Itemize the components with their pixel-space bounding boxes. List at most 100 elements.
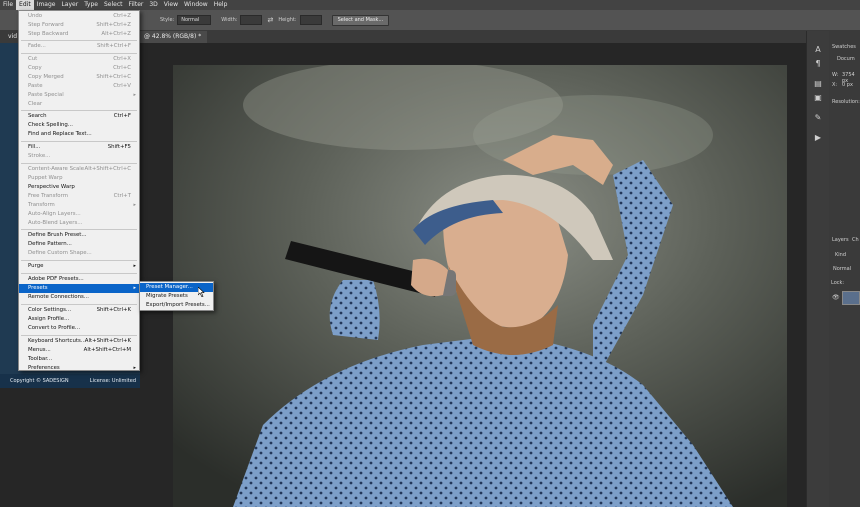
- fill-menu-item[interactable]: Fill... Shift+F5: [19, 143, 139, 152]
- copyright-text: Copyright © SADESIGN: [10, 378, 69, 384]
- width-input[interactable]: [240, 15, 263, 25]
- assign-profile-menu-item[interactable]: Assign Profile...: [19, 315, 139, 324]
- copy-merged-menu-item[interactable]: Copy Merged Shift+Ctrl+C: [19, 73, 139, 82]
- menu-item-label: Auto-Blend Layers...: [28, 220, 83, 226]
- menu-item-shortcut: Alt+Shift+Ctrl+K: [84, 338, 131, 344]
- define-pattern-menu-item[interactable]: Define Pattern...: [19, 240, 139, 249]
- lock-label: Lock:: [831, 280, 845, 286]
- find-replace-text-menu-item[interactable]: Find and Replace Text...: [19, 130, 139, 139]
- cut-menu-item[interactable]: Cut Ctrl+X: [19, 55, 139, 64]
- search-menu-item[interactable]: Search Ctrl+F: [19, 112, 139, 121]
- menu-item-label: Copy: [28, 65, 42, 71]
- transform-menu-item[interactable]: Transform ▸: [19, 201, 139, 210]
- fade-menu-item[interactable]: Fade... Shift+Ctrl+F: [19, 42, 139, 51]
- color-settings-menu-item[interactable]: Color Settings... Shift+Ctrl+K: [19, 306, 139, 315]
- menu-separator: [21, 229, 137, 230]
- channels-tab[interactable]: Ch: [852, 237, 859, 243]
- menu-item-label: Menus...: [28, 347, 51, 353]
- menu-item-shortcut: Ctrl+X: [113, 56, 131, 62]
- presets-menu-item[interactable]: Presets ▸: [19, 284, 139, 293]
- layers-tab[interactable]: Layers: [832, 237, 849, 243]
- perspective-warp-menu-item[interactable]: Perspective Warp: [19, 183, 139, 192]
- menu-item-label: Preferences: [28, 365, 60, 371]
- define-custom-shape-menu-item[interactable]: Define Custom Shape...: [19, 249, 139, 258]
- content-aware-scale-menu-item[interactable]: Content-Aware Scale Alt+Shift+Ctrl+C: [19, 165, 139, 174]
- menu-item-label: Assign Profile...: [28, 316, 70, 322]
- paste-special-menu-item[interactable]: Paste Special ▸: [19, 91, 139, 100]
- menu-item-label: Find and Replace Text...: [28, 131, 92, 137]
- menu-image[interactable]: Image: [34, 0, 59, 10]
- export-import-presets-menu-item[interactable]: Export/Import Presets...: [140, 301, 213, 310]
- menu-item-label: Free Transform: [28, 193, 68, 199]
- remote-connections-menu-item[interactable]: Remote Connections...: [19, 293, 139, 302]
- height-input[interactable]: [299, 15, 322, 25]
- purge-menu-item[interactable]: Purge ▸: [19, 262, 139, 271]
- clear-menu-item[interactable]: Clear: [19, 100, 139, 109]
- menu-item-label: Content-Aware Scale: [28, 166, 85, 172]
- step-backward-menu-item[interactable]: Step Backward Alt+Ctrl+Z: [19, 30, 139, 39]
- character-panel-icon[interactable]: A: [807, 43, 829, 57]
- width-label: Width:: [221, 17, 238, 23]
- menu-item-label: Keyboard Shortcuts...: [28, 338, 86, 344]
- stroke-menu-item[interactable]: Stroke...: [19, 152, 139, 161]
- select-and-mask-button[interactable]: Select and Mask...: [331, 14, 390, 26]
- menu-item-label: Step Forward: [28, 22, 64, 28]
- swap-icon[interactable]: ⇄: [267, 16, 273, 24]
- brush-panel-icon[interactable]: ✎: [807, 111, 829, 125]
- auto-align-layers-menu-item[interactable]: Auto-Align Layers...: [19, 210, 139, 219]
- properties-panel-icon[interactable]: ▤: [807, 77, 829, 91]
- menu-item-label: Adobe PDF Presets...: [28, 276, 84, 282]
- menu-view[interactable]: View: [161, 0, 181, 10]
- undo-menu-item[interactable]: Undo Ctrl+Z: [19, 12, 139, 21]
- style-label: Style:: [160, 17, 175, 23]
- menu-item-label: Search: [28, 113, 47, 119]
- paste-menu-item[interactable]: Paste Ctrl+V: [19, 82, 139, 91]
- menus-menu-item[interactable]: Menus... Alt+Shift+Ctrl+M: [19, 346, 139, 355]
- menu-separator: [21, 163, 137, 164]
- define-brush-preset-menu-item[interactable]: Define Brush Preset...: [19, 231, 139, 240]
- submenu-arrow-icon: ▸: [133, 202, 136, 208]
- menu-separator: [21, 260, 137, 261]
- menu-window[interactable]: Window: [181, 0, 211, 10]
- puppet-warp-menu-item[interactable]: Puppet Warp: [19, 174, 139, 183]
- menu-item-label: Define Pattern...: [28, 241, 72, 247]
- free-transform-menu-item[interactable]: Free Transform Ctrl+T: [19, 192, 139, 201]
- info-panel-icon[interactable]: ▣: [807, 91, 829, 105]
- document-tab[interactable]: @ 42.8% (RGB/8) *: [138, 31, 208, 43]
- menu-item-label: Toolbar...: [28, 356, 53, 362]
- layer-visibility-eye-icon[interactable]: 👁: [832, 294, 840, 301]
- menu-bar: File Edit Image Layer Type Select Filter…: [0, 0, 860, 10]
- toolbar-menu-item[interactable]: Toolbar...: [19, 355, 139, 364]
- menu-edit[interactable]: Edit: [16, 0, 34, 10]
- adobe-pdf-presets-menu-item[interactable]: Adobe PDF Presets...: [19, 275, 139, 284]
- menu-item-label: Puppet Warp: [28, 175, 63, 181]
- preferences-menu-item[interactable]: Preferences ▸: [19, 364, 139, 373]
- menu-file[interactable]: File: [0, 0, 16, 10]
- canvas-photo[interactable]: [173, 65, 787, 507]
- step-forward-menu-item[interactable]: Step Forward Shift+Ctrl+Z: [19, 21, 139, 30]
- menu-help[interactable]: Help: [211, 0, 231, 10]
- kind-filter[interactable]: Kind: [835, 252, 846, 258]
- keyboard-shortcuts-menu-item[interactable]: Keyboard Shortcuts... Alt+Shift+Ctrl+K: [19, 337, 139, 346]
- menu-item-shortcut: Alt+Ctrl+Z: [101, 31, 131, 37]
- menu-filter[interactable]: Filter: [126, 0, 147, 10]
- menu-item-shortcut: Alt+Shift+Ctrl+M: [83, 347, 131, 353]
- blend-mode-select[interactable]: Normal: [833, 266, 851, 272]
- menu-separator: [21, 53, 137, 54]
- play-actions-icon[interactable]: ▶: [807, 131, 829, 145]
- menu-3d[interactable]: 3D: [146, 0, 160, 10]
- copy-menu-item[interactable]: Copy Ctrl+C: [19, 64, 139, 73]
- check-spelling-menu-item[interactable]: Check Spelling...: [19, 121, 139, 130]
- menu-item-shortcut: Shift+Ctrl+Z: [96, 22, 131, 28]
- layer-thumbnail[interactable]: [842, 291, 860, 305]
- menu-type[interactable]: Type: [81, 0, 101, 10]
- menu-item-label: Fill...: [28, 144, 41, 150]
- document-tab-prefix[interactable]: vid: [8, 33, 17, 40]
- menu-select[interactable]: Select: [101, 0, 126, 10]
- style-select[interactable]: Normal: [177, 15, 212, 25]
- auto-blend-layers-menu-item[interactable]: Auto-Blend Layers...: [19, 219, 139, 228]
- paragraph-panel-icon[interactable]: ¶: [807, 57, 829, 71]
- swatches-tab[interactable]: Swatches: [832, 44, 856, 50]
- convert-to-profile-menu-item[interactable]: Convert to Profile...: [19, 324, 139, 333]
- menu-layer[interactable]: Layer: [58, 0, 81, 10]
